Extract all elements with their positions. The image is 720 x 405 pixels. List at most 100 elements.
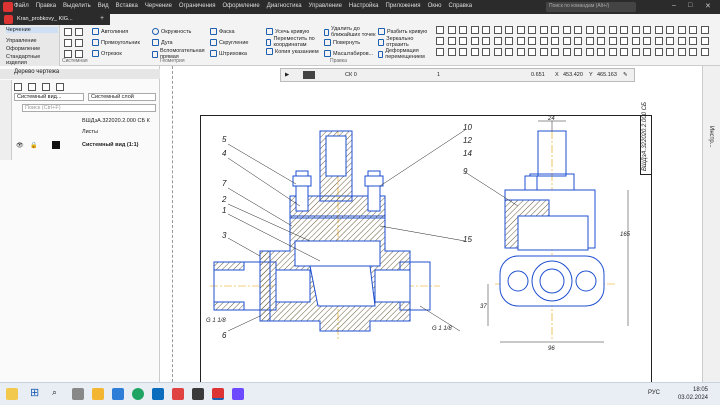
open-icon[interactable]	[75, 28, 83, 36]
menu-item[interactable]: Правка	[36, 3, 56, 9]
tool-icon[interactable]	[700, 26, 709, 34]
pointer-icon[interactable]: ▶	[285, 72, 289, 78]
tool-icon[interactable]	[528, 48, 536, 56]
mail-icon[interactable]	[112, 388, 124, 400]
start-icon[interactable]: ⊞	[30, 386, 42, 399]
new-icon[interactable]	[64, 28, 72, 36]
tree-root[interactable]: ВШДзА.322020.2.000 СБ К	[82, 118, 150, 124]
tool-icon[interactable]	[585, 37, 594, 45]
tool-icon[interactable]	[654, 26, 663, 34]
tool-icon[interactable]	[551, 26, 559, 34]
print-icon[interactable]	[75, 39, 83, 47]
tool-icon[interactable]	[700, 37, 709, 45]
visibility-icon[interactable]: 👁	[16, 142, 24, 149]
cmd-move-coords[interactable]: Переместить по координатам	[266, 36, 326, 48]
menu-item[interactable]: Диагностика	[267, 3, 302, 9]
category-format[interactable]: Оформление	[6, 46, 40, 52]
view-selector[interactable]: Системный вид...	[14, 93, 84, 101]
tool-icon[interactable]	[470, 26, 479, 34]
tool-icon[interactable]	[436, 48, 444, 56]
cmd-hatch[interactable]: Штриховка	[210, 50, 247, 57]
tree-sheets[interactable]: Листы	[82, 129, 98, 135]
tree-system-view[interactable]: Системный вид (1:1)	[82, 142, 138, 148]
layer-selector[interactable]: Системный слой	[88, 93, 156, 101]
tool-icon[interactable]	[631, 48, 640, 56]
step-value[interactable]: 0.651	[531, 72, 545, 78]
cmd-autoline[interactable]: Автолиния	[92, 28, 128, 35]
cmd-rectangle[interactable]: Прямоугольник	[92, 39, 140, 46]
menu-item[interactable]: Управление	[309, 3, 342, 9]
menu-item[interactable]: Настройка	[349, 3, 379, 9]
document-tab[interactable]: Kran_probkovy_ KIG...	[17, 16, 73, 22]
tool-icon[interactable]	[482, 48, 490, 56]
menu-item[interactable]: Файл	[14, 3, 29, 9]
category-drawing[interactable]: Черчение	[6, 27, 58, 33]
tool-icon[interactable]	[654, 37, 663, 45]
y-coord[interactable]: 465.163	[597, 72, 617, 78]
weather-icon[interactable]	[6, 388, 18, 400]
tool-icon[interactable]	[516, 48, 525, 56]
edge-icon[interactable]	[132, 388, 144, 400]
cmd-scale[interactable]: Масштабиров...	[324, 50, 373, 57]
tool-icon[interactable]	[643, 26, 651, 34]
kompas-taskbar-icon[interactable]	[212, 388, 224, 400]
tool-icon[interactable]	[562, 37, 571, 45]
tool-icon[interactable]	[585, 26, 594, 34]
lock-icon[interactable]: 🔒	[30, 142, 37, 149]
cmd-mirror[interactable]: Зеркально отразить	[378, 36, 430, 48]
tool-icon[interactable]	[482, 26, 490, 34]
tool-icon[interactable]	[608, 26, 617, 34]
store-icon[interactable]	[152, 388, 164, 400]
tool-icon[interactable]	[493, 37, 502, 45]
cmd-segment[interactable]: Отрезок	[92, 50, 122, 57]
tool-icon[interactable]	[551, 37, 559, 45]
save-icon[interactable]	[64, 39, 72, 47]
tool-icon[interactable]	[562, 26, 571, 34]
tool-icon[interactable]	[436, 37, 444, 45]
menu-item[interactable]: Вид	[98, 3, 109, 9]
tool-icon[interactable]	[505, 37, 513, 45]
tool-icon[interactable]	[436, 26, 444, 34]
menu-item[interactable]: Приложения	[385, 3, 420, 9]
tool-icon[interactable]	[666, 26, 674, 34]
tool-icon[interactable]	[677, 48, 686, 56]
select-mode-icon[interactable]	[303, 71, 315, 79]
right-side-tab[interactable]: Инстр...	[702, 66, 720, 382]
tree-search-input[interactable]: Поиск (Ctrl+F)	[22, 104, 156, 112]
tool-icon[interactable]	[643, 48, 651, 56]
cmd-split[interactable]: Разбить кривую	[378, 28, 427, 35]
category-std-parts[interactable]: Стандартные изделия	[6, 54, 54, 66]
search-icon[interactable]: ⌕	[52, 387, 64, 399]
cmd-delete-to[interactable]: Удалить до ближайших точек	[324, 26, 376, 38]
tool-icon[interactable]	[505, 48, 513, 56]
app-red-icon[interactable]	[172, 388, 184, 400]
tool-icon[interactable]	[528, 26, 536, 34]
close-icon[interactable]: ✕	[705, 2, 711, 10]
tool-icon[interactable]	[689, 26, 697, 34]
tool-icon[interactable]	[689, 48, 697, 56]
tool-icon[interactable]	[597, 37, 605, 45]
tool-icon[interactable]	[459, 37, 467, 45]
command-search-input[interactable]: Поиск по командам (Alt+/)	[546, 2, 636, 12]
tool-icon[interactable]	[539, 48, 548, 56]
tool-icon[interactable]	[516, 26, 525, 34]
menu-item[interactable]: Черчение	[145, 3, 172, 9]
cmd-copy[interactable]: Копия указанием	[266, 48, 322, 55]
tool-icon[interactable]	[654, 48, 663, 56]
list-icon[interactable]	[28, 83, 36, 91]
tool-icon[interactable]	[620, 48, 628, 56]
tool-icon[interactable]	[620, 37, 628, 45]
terminal-icon[interactable]	[192, 388, 204, 400]
tool-icon[interactable]	[539, 26, 548, 34]
tool-icon[interactable]	[470, 48, 479, 56]
clock[interactable]: 18:05 03.02.2024	[678, 386, 708, 402]
layers-icon[interactable]	[56, 83, 64, 91]
layer-number[interactable]: 1	[437, 72, 440, 78]
minimize-icon[interactable]: –	[672, 2, 676, 9]
cmd-rotate[interactable]: Повернуть	[324, 39, 360, 46]
menu-item[interactable]: Оформление	[223, 3, 260, 9]
tool-icon[interactable]	[470, 37, 479, 45]
pencil-icon[interactable]: ✎	[623, 72, 628, 78]
taskview-icon[interactable]	[72, 388, 84, 400]
tool-icon[interactable]	[574, 48, 582, 56]
